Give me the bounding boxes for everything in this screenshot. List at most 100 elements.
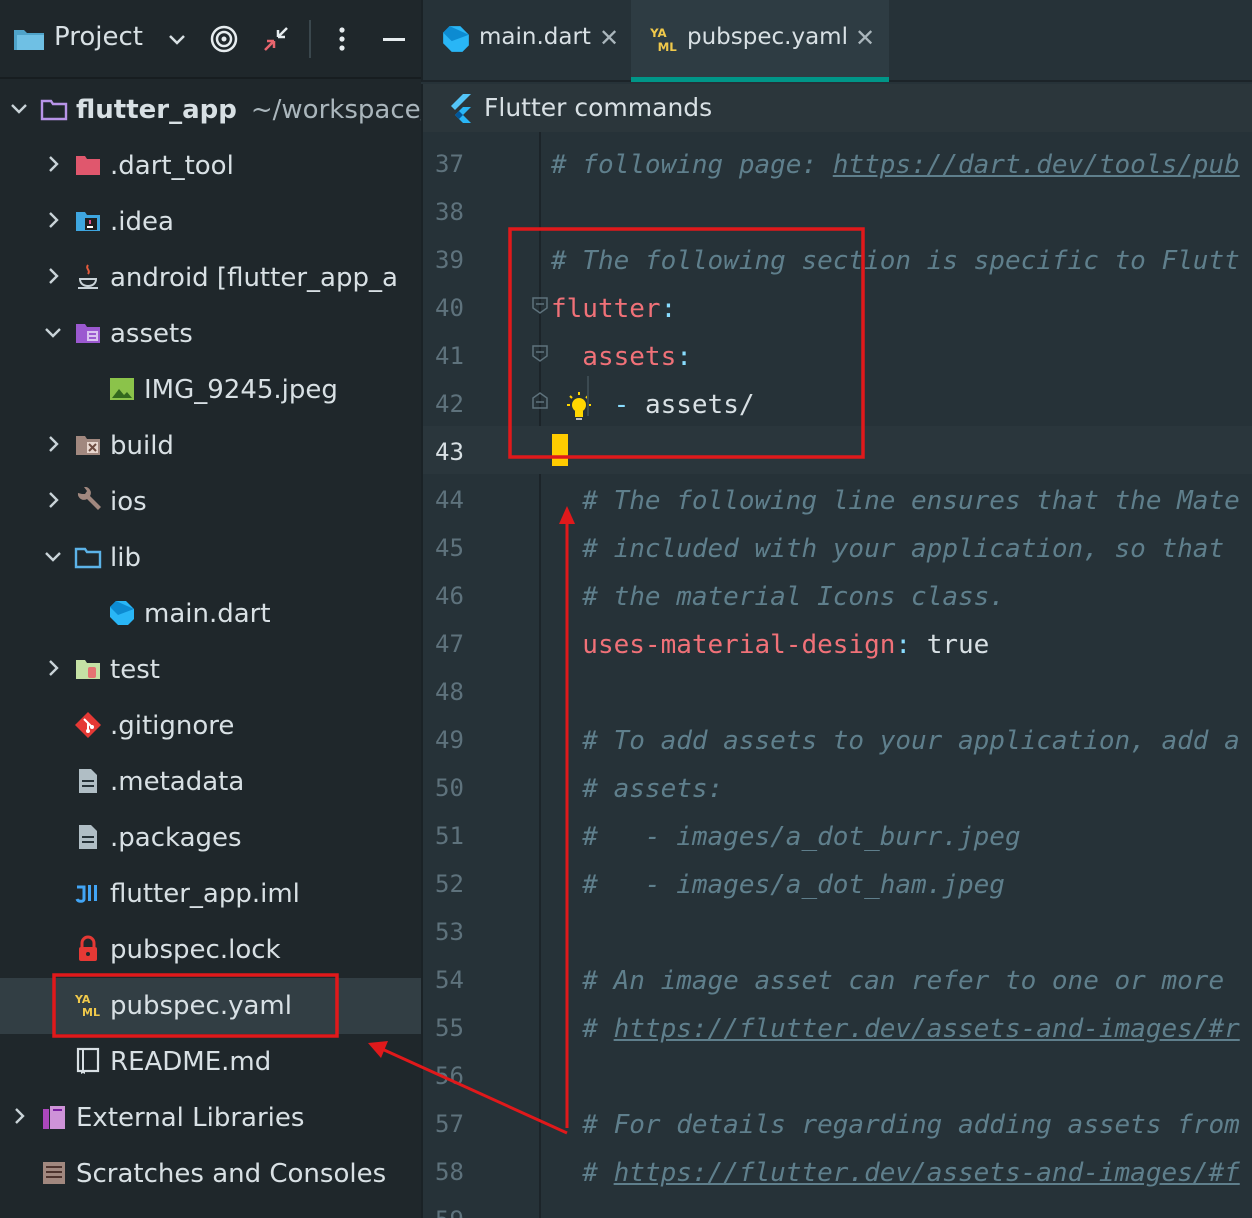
code-token: # following page: bbox=[551, 150, 833, 180]
tree-item-packages[interactable]: .packages bbox=[0, 810, 421, 866]
chevron-right-icon[interactable] bbox=[42, 489, 64, 511]
line-number: 57 bbox=[435, 1110, 464, 1138]
code-text: # following page: https://dart.dev/tools… bbox=[551, 150, 1240, 180]
code-line[interactable]: 51 # - images/a_dot_burr.jpeg bbox=[423, 810, 1252, 858]
tree-item-external-libraries[interactable]: External Libraries bbox=[0, 1090, 421, 1146]
code-line[interactable]: 53 bbox=[423, 906, 1252, 954]
tree-item-pubspec-lock[interactable]: pubspec.lock bbox=[0, 922, 421, 978]
chevron-right-icon[interactable] bbox=[42, 433, 64, 455]
chevron-down-icon[interactable] bbox=[42, 321, 64, 343]
code-line[interactable]: 47 uses-material-design: true bbox=[423, 618, 1252, 666]
code-line[interactable]: 48 bbox=[423, 666, 1252, 714]
code-line[interactable]: 45 # included with your application, so … bbox=[423, 522, 1252, 570]
line-number: 45 bbox=[435, 534, 464, 562]
fold-marker-icon[interactable] bbox=[531, 296, 549, 314]
line-number: 48 bbox=[435, 678, 464, 706]
code-token: # included with your application, so tha… bbox=[551, 534, 1225, 564]
tree-item-android[interactable]: android [flutter_app_a bbox=[0, 250, 421, 306]
more-vertical-icon[interactable] bbox=[327, 24, 357, 54]
chevron-right-icon[interactable] bbox=[42, 265, 64, 287]
code-token: assets/ bbox=[644, 390, 755, 420]
tree-item-label: .metadata bbox=[110, 767, 245, 797]
java-icon bbox=[74, 263, 102, 291]
tree-item-assets[interactable]: assets bbox=[0, 306, 421, 362]
target-icon[interactable] bbox=[209, 24, 239, 54]
tree-item-scratches[interactable]: Scratches and Consoles bbox=[0, 1146, 421, 1202]
code-line[interactable]: 50 # assets: bbox=[423, 762, 1252, 810]
flutter-commands-label[interactable]: Flutter commands bbox=[484, 93, 712, 122]
code-line[interactable]: 44 # The following line ensures that the… bbox=[423, 474, 1252, 522]
code-line[interactable]: 58 # https://flutter.dev/assets-and-imag… bbox=[423, 1146, 1252, 1194]
tree-item-build[interactable]: build bbox=[0, 418, 421, 474]
code-editor[interactable]: 37 # following page: https://dart.dev/too… bbox=[421, 132, 1252, 1218]
code-line[interactable]: 38 bbox=[423, 186, 1252, 234]
close-icon[interactable]: ✕ bbox=[599, 24, 619, 52]
chevron-down-icon[interactable] bbox=[162, 24, 192, 54]
indent-guide bbox=[587, 376, 589, 416]
tab-main-dart[interactable]: main.dart ✕ bbox=[423, 0, 631, 82]
project-panel: Project flutter_app ~/workspace/ .dart_t… bbox=[0, 0, 421, 1218]
tree-item-img[interactable]: IMG_9245.jpeg bbox=[0, 362, 421, 418]
code-token: # The following line ensures that the Ma… bbox=[551, 486, 1240, 516]
flutter-commands-bar: Flutter commands bbox=[421, 84, 1252, 132]
tree-item-metadata[interactable]: .metadata bbox=[0, 754, 421, 810]
code-line[interactable]: 54 # An image asset can refer to one or … bbox=[423, 954, 1252, 1002]
bulb-icon[interactable] bbox=[563, 390, 595, 424]
code-text: uses-material-design: true bbox=[551, 630, 989, 660]
code-line[interactable]: 46 # the material Icons class. bbox=[423, 570, 1252, 618]
line-number: 58 bbox=[435, 1158, 464, 1186]
line-number: 38 bbox=[435, 198, 464, 226]
chevron-right-icon[interactable] bbox=[8, 1105, 30, 1127]
tab-pubspec-yaml[interactable]: YA ML pubspec.yaml ✕ bbox=[631, 0, 889, 82]
tree-item-label: ios bbox=[110, 487, 147, 517]
code-token: : bbox=[660, 294, 677, 324]
code-text: # For details regarding adding assets fr… bbox=[551, 1110, 1239, 1140]
tree-item-test[interactable]: test bbox=[0, 642, 421, 698]
tree-item-ios[interactable]: ios bbox=[0, 474, 421, 530]
code-line[interactable]: 57 # For details regarding adding assets… bbox=[423, 1098, 1252, 1146]
collapse-icon[interactable] bbox=[261, 24, 291, 54]
flutter-icon bbox=[447, 93, 475, 123]
code-text: # The following line ensures that the Ma… bbox=[551, 486, 1240, 516]
chevron-down-icon[interactable] bbox=[8, 97, 30, 119]
code-token: # - images/a_dot_ham.jpeg bbox=[551, 870, 1005, 900]
tree-item-main-dart[interactable]: main.dart bbox=[0, 586, 421, 642]
chevron-right-icon[interactable] bbox=[42, 209, 64, 231]
code-line[interactable]: 43 bbox=[423, 426, 1252, 474]
tree-item-gitignore[interactable]: .gitignore bbox=[0, 698, 421, 754]
yaml-icon: YA ML bbox=[649, 24, 679, 54]
code-line[interactable]: 39 # The following section is specific to… bbox=[423, 234, 1252, 282]
code-line[interactable]: 37 # following page: https://dart.dev/too… bbox=[423, 138, 1252, 186]
chevron-right-icon[interactable] bbox=[42, 657, 64, 679]
tree-item-pubspec-yaml[interactable]: YA ML pubspec.yaml bbox=[0, 978, 421, 1034]
project-view-title[interactable]: Project bbox=[54, 22, 143, 52]
tree-item-idea[interactable]: .idea bbox=[0, 194, 421, 250]
minimize-icon[interactable] bbox=[379, 24, 409, 54]
chevron-down-icon[interactable] bbox=[42, 545, 64, 567]
chevron-right-icon[interactable] bbox=[42, 153, 64, 175]
tree-item-label: build bbox=[110, 431, 174, 461]
tree-item-label: External Libraries bbox=[76, 1103, 305, 1133]
code-text: # - images/a_dot_ham.jpeg bbox=[551, 870, 1005, 900]
tree-item-label: .dart_tool bbox=[110, 151, 234, 181]
svg-text:YA: YA bbox=[649, 26, 667, 40]
code-line[interactable]: 49 # To add assets to your application, … bbox=[423, 714, 1252, 762]
tree-item-lib[interactable]: lib bbox=[0, 530, 421, 586]
folder-red-icon bbox=[74, 151, 102, 179]
tree-item-label: test bbox=[110, 655, 160, 685]
code-line[interactable]: 59 bbox=[423, 1194, 1252, 1218]
tree-item-flutter-app[interactable]: flutter_app ~/workspace/ bbox=[0, 82, 421, 138]
line-number: 43 bbox=[435, 438, 464, 466]
code-line[interactable]: 52 # - images/a_dot_ham.jpeg bbox=[423, 858, 1252, 906]
project-view-icon[interactable] bbox=[12, 24, 46, 52]
folder-outline-icon bbox=[74, 543, 102, 571]
line-number: 41 bbox=[435, 342, 464, 370]
fold-end-marker-icon[interactable] bbox=[531, 392, 549, 410]
fold-marker-icon[interactable] bbox=[531, 344, 549, 362]
tree-item-dart-tool[interactable]: .dart_tool bbox=[0, 138, 421, 194]
close-icon[interactable]: ✕ bbox=[855, 24, 875, 52]
tree-item-iml[interactable]: flutter_app.iml bbox=[0, 866, 421, 922]
code-line[interactable]: 55 # https://flutter.dev/assets-and-imag… bbox=[423, 1002, 1252, 1050]
tree-item-readme[interactable]: README.md bbox=[0, 1034, 421, 1090]
code-line[interactable]: 56 bbox=[423, 1050, 1252, 1098]
